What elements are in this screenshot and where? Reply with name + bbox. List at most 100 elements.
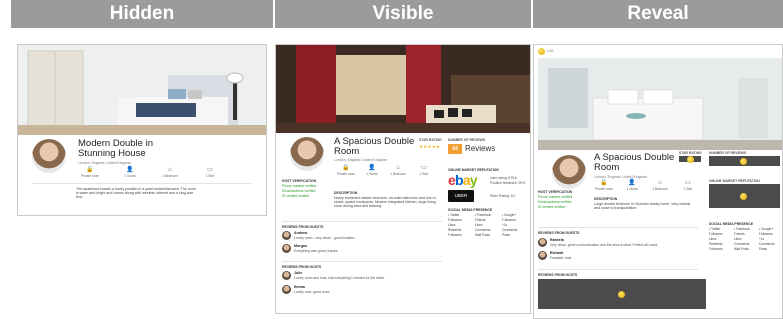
verification-item: ID verified verified [282, 194, 310, 198]
verification-item: Phone number verified [538, 195, 573, 199]
listing-location: London, England, United Kingdom [594, 175, 648, 179]
social-header-text: Twitter [710, 227, 721, 231]
house-icon: ⌂ [396, 165, 400, 171]
bedroom-illustration [18, 45, 266, 135]
house-icon: ⌂ [168, 167, 172, 173]
feature-guests: 👤 1 Guest [116, 167, 144, 178]
description-label: DESCRIPTION [594, 197, 618, 201]
lock-icon: 🔒 [600, 180, 608, 186]
feature-label: Private room [594, 187, 614, 191]
person-icon: 👤 [126, 167, 134, 173]
social-cell: Likes [475, 223, 483, 227]
social-header-twitter: ▪ Twitter [709, 227, 721, 231]
reveal-coin-icon [740, 157, 747, 165]
hidden-header: Hidden [11, 0, 273, 28]
feature-beds: ▭ 1 Bed [410, 165, 438, 176]
social-cell: Likes [734, 237, 742, 241]
bed-icon: ▭ [421, 165, 427, 171]
listing-title-line2: Room [594, 162, 620, 173]
social-media-label: SOCIAL MEDIA PRESENCE [448, 208, 493, 212]
description-label: DESCRIPTION [334, 191, 358, 195]
reviews-hosts-label: REVIEWS FROM HOSTS [282, 265, 322, 269]
host-avatar [290, 137, 324, 171]
listing-description: Large double bedroom in Victorian family… [594, 202, 691, 211]
guest-avatar [282, 244, 291, 253]
social-header-twitter: ▪ Twitter [448, 213, 460, 217]
social-cell: +1s [502, 223, 508, 227]
social-cell: Comments [759, 242, 775, 246]
social-media-label: SOCIAL MEDIA PRESENCE [709, 222, 754, 226]
coin-count: x 10 [547, 49, 554, 53]
social-cell: Followers [709, 232, 723, 236]
guest-review-name: Richard [550, 251, 564, 255]
reveal-coin-icon [618, 290, 625, 298]
social-cell: Likes [448, 223, 456, 227]
host-review-name: Emma [294, 285, 305, 289]
listing-title-line2: Stunning House [78, 148, 146, 159]
social-cell: Likes [709, 237, 717, 241]
social-header-googleplus: ▪ Google+ [759, 227, 774, 231]
social-header-text: Google+ [504, 213, 517, 217]
bed-icon: ▭ [685, 180, 691, 186]
host-review-name: Julie [294, 271, 303, 275]
feature-label: 1 Bedroom [162, 174, 178, 178]
social-cell: Posts [759, 247, 767, 251]
hidden-listing-card: Modern Double in Stunning House London, … [17, 44, 267, 216]
social-header-facebook: ▪ Facebook [734, 227, 751, 231]
host-review-text: Lovely room and host, had everything I n… [294, 276, 386, 280]
social-header-text: Facebook [736, 227, 751, 231]
uber-logo: UBER [448, 190, 474, 202]
ebay-logo: ebay [448, 172, 478, 188]
ebay-rating: User rating: 675★ [490, 176, 518, 180]
social-cell: Comments [502, 228, 518, 232]
feature-label: 1 Guest [626, 187, 638, 191]
listing-title: Modern Double in Stunning House [78, 139, 153, 159]
host-review-text: Lovely host, great room [294, 290, 330, 294]
uber-rating: Rider Rating: 5.0 [490, 194, 516, 198]
reviews-hosts-label: REVIEWS FROM HOSTS [538, 273, 578, 277]
social-cell: Wall Posts [475, 233, 490, 237]
reveal-listing-card: x 10 A Spacious Double Room London, Engl… [533, 44, 783, 319]
house-icon: ⌂ [658, 180, 662, 186]
visible-column: Visible A Spacious Double Room London, E… [275, 0, 531, 319]
divider [538, 227, 698, 228]
host-avatar [32, 139, 66, 173]
visible-header: Visible [275, 0, 531, 28]
star-rating-label: STAR RATING [679, 151, 702, 155]
feature-beds: ▭ 1 Bed [674, 180, 702, 191]
star-rating-label: STAR RATING [419, 138, 442, 142]
listing-description: Newly furnished master bedroom, en-suite… [334, 196, 437, 209]
lock-icon: 🔒 [342, 165, 350, 171]
listing-location: London, England, United Kingdom [78, 161, 132, 165]
social-header-facebook: ▪ Facebook [475, 213, 492, 217]
person-icon: 👤 [368, 165, 376, 171]
feature-room-type: 🔒 Private room [76, 167, 104, 178]
reveal-column: Reveal x 10 A Spacious Double Room Londo… [533, 0, 783, 319]
feature-label: 1 Bed [683, 187, 693, 191]
social-header-googleplus: ▪ Google+ [502, 213, 517, 217]
bed-icon: ▭ [207, 167, 213, 173]
reviews-word: Reviews [465, 144, 496, 153]
reviews-guests-label: REVIEWS FROM GUESTS [282, 225, 324, 229]
social-cell: Friends [475, 218, 486, 222]
reviews-count-badge: 64 [448, 144, 462, 154]
social-cell: +1s [759, 237, 765, 241]
feature-guests: 👤 1 Guest [618, 180, 646, 191]
guest-review-text: Everything was great, thanks [294, 249, 338, 253]
hidden-column: Hidden Modern Double in Stunning House L… [11, 0, 273, 319]
feature-guests: 👤 1 Guest [358, 165, 386, 176]
guest-avatar [538, 251, 547, 260]
social-cell: Retweets [448, 228, 462, 232]
guest-review-text: Fantastic host. [550, 256, 573, 260]
num-reviews-label: NUMBER OF REVIEWS [448, 138, 486, 142]
social-header-text: Facebook [477, 213, 492, 217]
host-verification-label: HOST VERIFICATION [538, 190, 573, 194]
divider [282, 261, 442, 262]
feature-label: 1 Bed [419, 172, 429, 176]
social-cell: Comments [475, 228, 491, 232]
bedroom-illustration [538, 58, 782, 150]
feature-label: 1 Bed [205, 174, 215, 178]
guest-review-name: Morgan [294, 244, 307, 248]
room-photo [538, 58, 782, 150]
feature-label: 1 Guest [124, 174, 136, 178]
